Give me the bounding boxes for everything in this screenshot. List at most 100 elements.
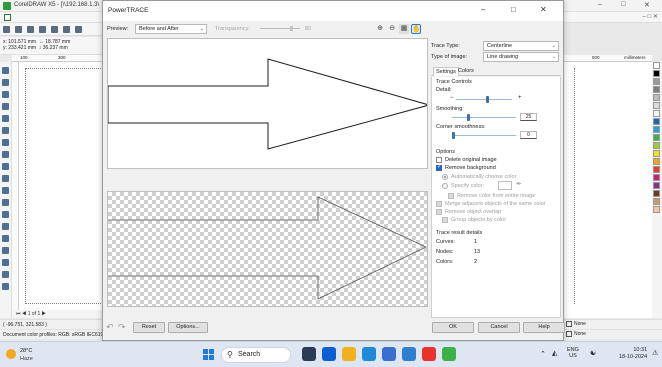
palette-swatch[interactable] <box>653 102 660 109</box>
delete-original-checkbox[interactable] <box>436 157 442 163</box>
palette-swatch[interactable] <box>653 150 660 157</box>
redo-icon[interactable]: ↷ <box>118 322 126 333</box>
zoom-to-fit-icon[interactable]: ▦ <box>399 24 409 34</box>
document-window-controls[interactable]: – □ ✕ <box>643 13 658 20</box>
merge-adjacent-checkbox[interactable] <box>436 201 442 207</box>
remove-color-entire-checkbox[interactable] <box>448 193 454 199</box>
palette-swatch[interactable] <box>653 166 660 173</box>
help-button[interactable]: Help <box>523 322 565 333</box>
smoothing-value-field[interactable]: 25 <box>520 113 537 121</box>
outline-tool-icon[interactable] <box>2 259 9 266</box>
crop-tool-icon[interactable] <box>2 91 9 98</box>
powertrace-minimize-button[interactable]: – <box>481 5 485 14</box>
first-page-icon[interactable]: ⏮ <box>16 311 21 317</box>
coreldraw-taskbar-icon[interactable] <box>442 347 456 361</box>
height-field[interactable]: 36.237 mm <box>43 45 68 51</box>
powertrace-close-button[interactable]: ✕ <box>540 5 547 14</box>
chrome-browser-icon[interactable] <box>422 347 436 361</box>
zoom-out-icon[interactable]: ⊖ <box>387 24 397 34</box>
next-page-icon[interactable]: ▶ <box>42 311 46 317</box>
palette-swatch[interactable] <box>653 126 660 133</box>
text-tool-icon[interactable] <box>2 187 9 194</box>
auto-color-radio[interactable] <box>442 174 448 180</box>
detail-slider-knob[interactable] <box>485 96 489 103</box>
wifi-volume-icon[interactable]: ☯ <box>590 349 596 357</box>
trace-type-select[interactable]: Centerline ⌄ <box>483 41 559 51</box>
drawing-canvas-right[interactable] <box>562 62 652 318</box>
taskbar-app-icon[interactable] <box>402 347 416 361</box>
options-button[interactable]: Options... <box>168 322 208 333</box>
remove-background-checkbox[interactable] <box>436 164 442 171</box>
palette-swatch[interactable] <box>653 174 660 181</box>
palette-swatch[interactable] <box>653 198 660 205</box>
corner-smoothness-value-field[interactable]: 0 <box>520 131 537 139</box>
palette-swatch[interactable] <box>653 190 660 197</box>
tab-colors[interactable]: Colors <box>456 67 476 76</box>
palette-swatch[interactable] <box>653 62 660 69</box>
print-icon[interactable] <box>39 26 46 33</box>
image-type-select[interactable]: Line drawing ⌄ <box>483 52 559 62</box>
background-color-swatch[interactable] <box>498 181 512 190</box>
polygon-tool-icon[interactable] <box>2 163 9 170</box>
smoothing-slider[interactable] <box>452 117 516 118</box>
cancel-button[interactable]: Cancel <box>478 322 520 333</box>
after-preview[interactable] <box>107 191 428 307</box>
taskbar-app-icon[interactable] <box>322 347 336 361</box>
palette-swatch[interactable] <box>653 142 660 149</box>
table-tool-icon[interactable] <box>2 199 9 206</box>
corner-smoothness-slider[interactable] <box>452 135 516 136</box>
notification-bell-icon[interactable]: ⚠ <box>652 349 658 357</box>
palette-swatch[interactable] <box>653 134 660 141</box>
reset-button[interactable]: Reset <box>133 322 165 333</box>
palette-swatch[interactable] <box>653 86 660 93</box>
chevron-up-icon[interactable]: ⌃ <box>540 350 546 358</box>
rectangle-tool-icon[interactable] <box>2 139 9 146</box>
copy-icon[interactable] <box>63 26 70 33</box>
network-icon[interactable]: ◭ <box>552 349 557 357</box>
palette-swatch[interactable] <box>653 78 660 85</box>
zoom-in-icon[interactable]: ⊕ <box>375 24 385 34</box>
before-preview[interactable] <box>107 38 428 169</box>
eyedropper-tool-icon[interactable] <box>2 247 9 254</box>
pan-tool-icon[interactable]: ✋ <box>411 24 421 34</box>
windows-start-icon[interactable] <box>203 349 215 361</box>
file-explorer-icon[interactable] <box>342 347 356 361</box>
coreldraw-minimize-button[interactable]: – <box>598 1 602 8</box>
cut-icon[interactable] <box>51 26 58 33</box>
specify-color-radio[interactable] <box>442 183 448 189</box>
tab-settings[interactable]: Settings <box>433 67 459 76</box>
palette-swatch[interactable] <box>653 158 660 165</box>
preview-mode-select[interactable]: Before and After ⌄ <box>135 24 207 34</box>
smoothing-slider-knob[interactable] <box>467 114 470 121</box>
ok-button[interactable]: OK <box>432 322 474 333</box>
taskbar-search[interactable]: ⚲ Search <box>221 347 291 363</box>
corner-smoothness-slider-knob[interactable] <box>452 132 455 139</box>
dimension-tool-icon[interactable] <box>2 211 9 218</box>
eyedropper-icon[interactable]: ✒ <box>516 180 522 188</box>
palette-swatch[interactable] <box>653 206 660 213</box>
coreldraw-maximize-button[interactable]: □ <box>621 1 625 8</box>
taskbar-app-icon[interactable] <box>382 347 396 361</box>
group-by-color-checkbox[interactable] <box>442 217 448 223</box>
connector-tool-icon[interactable] <box>2 223 9 230</box>
powertrace-maximize-button[interactable]: □ <box>511 5 516 14</box>
drawing-canvas-left[interactable] <box>19 62 105 310</box>
palette-swatch[interactable] <box>653 182 660 189</box>
palette-swatch[interactable] <box>653 70 660 77</box>
undo-icon[interactable]: ↶ <box>106 322 114 333</box>
paste-icon[interactable] <box>75 26 82 33</box>
coreldraw-close-button[interactable]: ✕ <box>644 1 650 9</box>
new-document-icon[interactable] <box>3 26 10 33</box>
edge-browser-icon[interactable] <box>362 347 376 361</box>
detail-slider[interactable] <box>456 99 512 100</box>
taskbar-app-icon[interactable] <box>302 347 316 361</box>
language-indicator[interactable]: ENG US <box>567 347 579 359</box>
blend-tool-icon[interactable] <box>2 235 9 242</box>
zoom-tool-icon[interactable] <box>2 103 9 110</box>
palette-swatch[interactable] <box>653 118 660 125</box>
fill-tool-icon[interactable] <box>2 271 9 278</box>
freehand-tool-icon[interactable] <box>2 115 9 122</box>
transparency-slider-knob[interactable] <box>290 26 293 31</box>
basic-shapes-tool-icon[interactable] <box>2 175 9 182</box>
shape-tool-icon[interactable] <box>2 79 9 86</box>
